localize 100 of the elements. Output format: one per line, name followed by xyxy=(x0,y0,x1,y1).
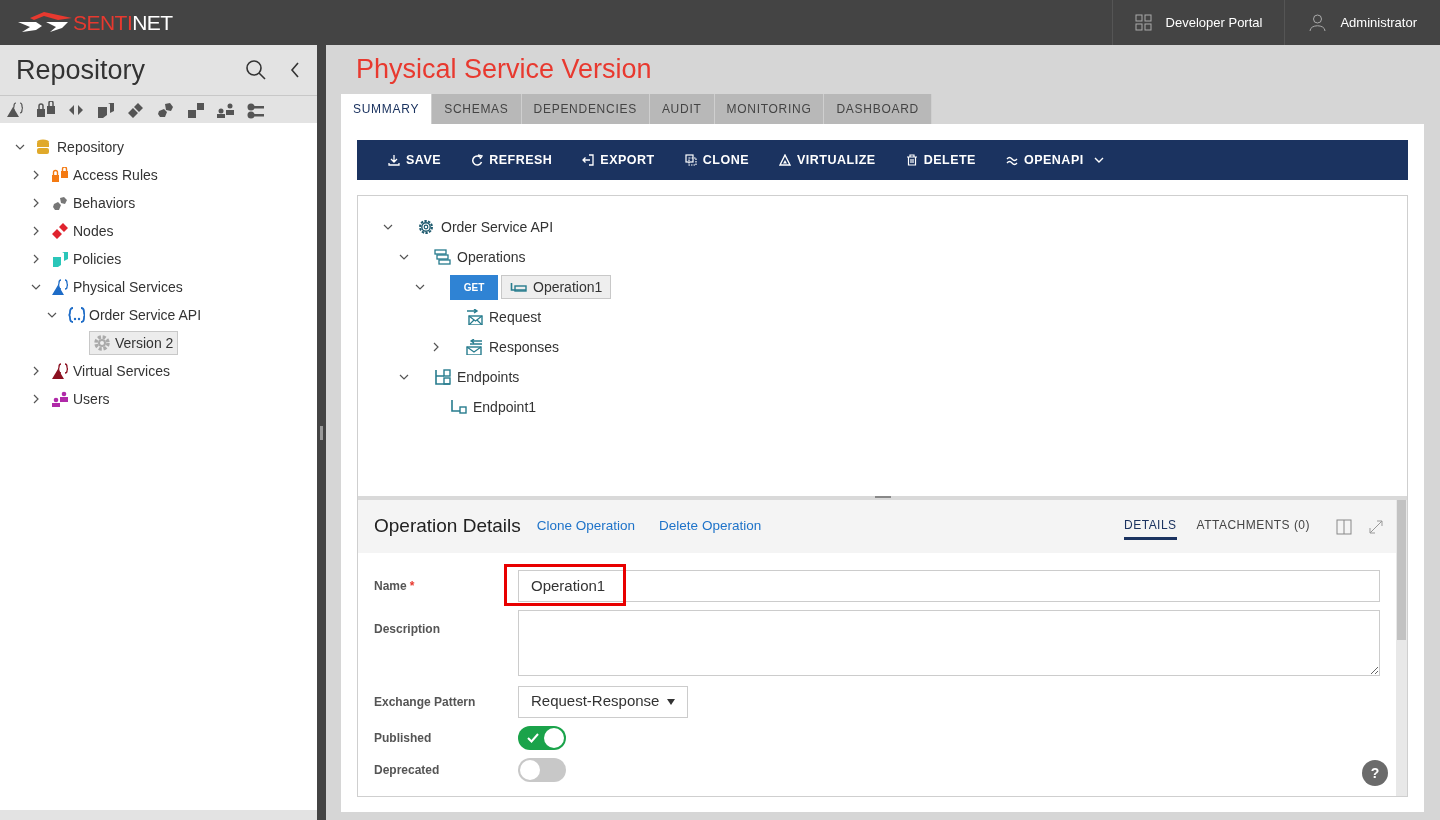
user-icon[interactable] xyxy=(1309,14,1327,31)
gear-icon xyxy=(94,335,111,351)
expand-chevron-icon[interactable] xyxy=(31,366,41,376)
header-link[interactable]: Developer Portal xyxy=(1111,0,1285,45)
toolbar-button[interactable]: VIRTUALIZE xyxy=(766,140,889,180)
required-mark: * xyxy=(409,578,415,593)
details-title: Operation Details xyxy=(374,514,521,539)
logo-icon xyxy=(16,11,72,34)
lock-icon xyxy=(52,167,69,183)
collapse-chevron-icon[interactable] xyxy=(47,310,57,320)
check-icon xyxy=(527,733,539,743)
tab[interactable]: AUDIT xyxy=(649,94,715,124)
download-icon xyxy=(388,154,400,166)
toolbar-button[interactable]: SAVE xyxy=(375,140,455,180)
field-label: Deprecated xyxy=(374,762,441,779)
squares-filter-icon[interactable] xyxy=(186,100,206,119)
resize-handle[interactable] xyxy=(874,496,891,498)
collapse-icon[interactable] xyxy=(289,61,301,79)
tree-item[interactable]: Operation1 xyxy=(501,275,612,299)
toolbar-button[interactable]: CLONE xyxy=(671,140,762,180)
field-label: Exchange Pattern xyxy=(374,693,477,711)
expand-chevron-icon[interactable] xyxy=(431,342,441,352)
scrollbar[interactable] xyxy=(1396,500,1407,796)
sidebar-title: Repository xyxy=(16,53,146,87)
collapse-chevron-icon[interactable] xyxy=(399,252,409,262)
approx-icon xyxy=(1005,154,1018,166)
dropdown-arrow-icon xyxy=(667,698,676,705)
tab[interactable]: DASHBOARD xyxy=(824,94,932,124)
gear-icon xyxy=(418,219,435,235)
triangle-braces-icon xyxy=(52,363,69,379)
tree-item[interactable]: Users xyxy=(52,387,110,411)
lock-filter-icon[interactable] xyxy=(36,100,56,119)
tree-item[interactable]: Policies xyxy=(52,247,122,271)
tree-item[interactable]: Repository xyxy=(36,135,124,159)
tree-item[interactable]: Responses xyxy=(466,335,560,359)
select-field[interactable]: Request-Response xyxy=(518,685,689,718)
tab[interactable]: DETAILS xyxy=(1124,513,1177,540)
search-icon[interactable] xyxy=(245,59,267,81)
toolbar-button[interactable]: OPENAPI xyxy=(992,140,1117,180)
method-badge: GET xyxy=(450,274,498,300)
help-button[interactable]: ? xyxy=(1362,760,1388,786)
collapse-chevron-icon[interactable] xyxy=(383,222,393,232)
splitter-handle[interactable] xyxy=(320,425,323,440)
shapes-filter-icon[interactable] xyxy=(96,100,116,119)
field-label: Name * xyxy=(374,577,416,595)
tree-item[interactable]: Endpoints xyxy=(434,365,520,389)
field-label: Description xyxy=(374,621,441,638)
tree-item[interactable]: Behaviors xyxy=(52,191,136,215)
toolbar-button[interactable]: EXPORT xyxy=(569,140,668,180)
diamond-filter-icon[interactable] xyxy=(126,100,146,119)
clone-icon xyxy=(684,154,697,166)
toggle-switch[interactable] xyxy=(518,758,566,782)
expand-icon[interactable] xyxy=(1368,518,1384,535)
diamond-icon xyxy=(52,223,69,239)
service-filter-icon[interactable] xyxy=(6,100,26,119)
tree-item[interactable]: Access Rules xyxy=(52,163,158,187)
logo-text: SENTINET xyxy=(73,9,173,36)
tab[interactable]: DEPENDENCIES xyxy=(521,94,650,124)
header-link[interactable]: Administrator xyxy=(1284,0,1440,45)
tree-item[interactable]: Endpoint1 xyxy=(450,395,537,419)
page-title: Physical Service Version xyxy=(356,53,653,86)
collapse-chevron-icon[interactable] xyxy=(399,372,409,382)
tree-item[interactable]: Order Service API xyxy=(418,215,554,239)
tree-item[interactable]: Physical Services xyxy=(52,275,183,299)
expand-chevron-icon[interactable] xyxy=(31,198,41,208)
toolbar-button[interactable]: DELETE xyxy=(892,140,989,180)
envelope-arrow-icon xyxy=(466,309,483,325)
collapse-chevron-icon[interactable] xyxy=(31,282,41,292)
tab[interactable]: SUMMARY xyxy=(341,94,433,124)
hexagon-icon xyxy=(52,195,69,211)
grid-icon[interactable] xyxy=(1134,14,1152,31)
export-icon xyxy=(582,154,595,166)
toggle-switch[interactable] xyxy=(518,726,566,750)
refresh-icon xyxy=(471,154,484,166)
triangle-braces-icon xyxy=(52,279,69,295)
expand-chevron-icon[interactable] xyxy=(31,170,41,180)
braces-icon xyxy=(68,307,85,323)
tree-item[interactable]: Version 2 xyxy=(89,331,179,355)
tab[interactable]: SCHEMAS xyxy=(432,94,522,124)
tab[interactable]: ATTACHMENTS (0) xyxy=(1196,513,1310,540)
endpoints-icon xyxy=(434,369,451,385)
tree-item[interactable]: Virtual Services xyxy=(52,359,170,383)
expand-chevron-icon[interactable] xyxy=(31,254,41,264)
hexagon-filter-icon[interactable] xyxy=(156,100,176,119)
tree-item[interactable]: Operations xyxy=(434,245,526,269)
expand-chevron-icon[interactable] xyxy=(31,394,41,404)
tab[interactable]: MONITORING xyxy=(714,94,825,124)
toolbar-button[interactable]: REFRESH xyxy=(458,140,566,180)
envelope-arrow-icon xyxy=(466,339,483,355)
field-label: Published xyxy=(374,730,433,747)
scrollbar-thumb[interactable] xyxy=(1397,500,1406,640)
link[interactable]: Delete Operation xyxy=(659,516,762,537)
collapse-chevron-icon[interactable] xyxy=(415,282,425,292)
tree-item[interactable]: Nodes xyxy=(52,219,114,243)
tree-item[interactable]: Request xyxy=(466,305,542,329)
link[interactable]: Clone Operation xyxy=(536,516,636,537)
expand-chevron-icon[interactable] xyxy=(31,226,41,236)
text-input[interactable]: Operation1 xyxy=(518,569,1380,602)
collapse-chevron-icon[interactable] xyxy=(15,142,25,152)
tree-item[interactable]: Order Service API xyxy=(68,303,202,327)
